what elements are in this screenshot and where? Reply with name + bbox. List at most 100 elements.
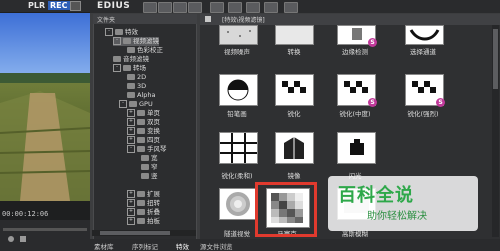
play-icon[interactable]: [8, 236, 14, 242]
effect-label: 视频噪声: [224, 48, 250, 56]
tree-item[interactable]: - 手风琴: [127, 145, 167, 154]
folder-icon: [127, 47, 135, 53]
tree-item[interactable]: + 扭转: [127, 199, 160, 208]
folder-icon: [123, 65, 131, 71]
collapse-icon[interactable]: -: [113, 37, 121, 45]
tree-item[interactable]: + 变换: [127, 127, 160, 136]
list-icon[interactable]: [284, 2, 298, 13]
tree-item[interactable]: + 双页: [127, 118, 160, 127]
folder-icon: [127, 74, 135, 80]
preview-video: [0, 13, 90, 201]
grid-header: [特效\视频滤镜]: [200, 14, 500, 25]
folder-icon: [137, 119, 145, 125]
tree-scrollbar[interactable]: [92, 230, 196, 236]
folder-icon[interactable]: [143, 2, 157, 13]
tree-item[interactable]: - 特效: [105, 28, 138, 37]
folder-icon: [129, 101, 137, 107]
effect-label: 锐化(中度): [339, 110, 371, 118]
tree-item[interactable]: - 转场: [113, 64, 146, 73]
tree-item[interactable]: 音频滤镜: [113, 55, 149, 64]
app-brand: EDIUS: [97, 1, 131, 11]
tree-item-selected[interactable]: - 视频滤镜: [113, 37, 159, 46]
effect-label: 转换: [287, 48, 301, 56]
preview-menu-icon[interactable]: [70, 1, 81, 11]
expand-icon[interactable]: +: [127, 136, 135, 144]
tab-source-browser[interactable]: 源文件浏览: [200, 241, 233, 251]
folder-icon: [137, 137, 145, 143]
folder-icon: [137, 110, 145, 116]
view-icon[interactable]: [264, 2, 278, 13]
playback-bar: [0, 220, 90, 251]
timecode: 00:00:12:06: [2, 210, 49, 218]
expand-icon[interactable]: +: [127, 190, 135, 198]
folder-icon: [141, 164, 149, 170]
tree-item[interactable]: - GPU: [119, 100, 153, 109]
effect-thumb-select-channel[interactable]: [405, 25, 444, 45]
effect-thumb-sharpen-soft[interactable]: [219, 132, 258, 164]
tree-header-label: 文件夹: [97, 17, 116, 24]
tab-bin[interactable]: 素材库: [94, 241, 114, 251]
folder-icon: [127, 83, 135, 89]
badge-s-icon: S: [368, 98, 377, 107]
properties-icon[interactable]: [246, 2, 260, 13]
playback-slider[interactable]: [3, 228, 87, 231]
expand-icon[interactable]: +: [127, 109, 135, 117]
layout-icon[interactable]: [173, 2, 187, 13]
collapse-icon[interactable]: -: [105, 28, 113, 36]
tree-item[interactable]: + 扩展: [127, 190, 160, 199]
expand-icon[interactable]: +: [127, 217, 135, 225]
grid-breadcrumb: [特效\视频滤镜]: [222, 17, 265, 24]
tree-item[interactable]: 竖: [141, 172, 158, 181]
highlight-box: [255, 182, 317, 237]
expand-icon[interactable]: +: [127, 208, 135, 216]
tree-item[interactable]: 色彩校正: [127, 46, 163, 55]
badge-s-icon: S: [436, 98, 445, 107]
effect-label: 选择通道: [410, 48, 436, 56]
cut-icon[interactable]: [188, 2, 202, 13]
effect-thumb-sharpen[interactable]: [275, 74, 314, 106]
new-folder-icon[interactable]: [158, 2, 172, 13]
tab-sequence-marker[interactable]: 序列标记: [132, 241, 158, 251]
tab-effects[interactable]: 特效: [176, 241, 189, 251]
folder-icon: [137, 209, 145, 215]
effect-thumb-mirror[interactable]: [275, 132, 314, 164]
expand-icon[interactable]: +: [127, 118, 135, 126]
folder-icon: [115, 29, 123, 35]
tree-item[interactable]: 3D: [127, 82, 146, 91]
effect-thumb-tunnel-vision[interactable]: [219, 188, 258, 220]
grid-scrollbar-thumb[interactable]: [493, 29, 498, 89]
effect-thumb-convert[interactable]: [275, 25, 314, 45]
delete-icon[interactable]: [228, 2, 242, 13]
tree-item[interactable]: + 四页: [127, 136, 160, 145]
tree-scrollbar-thumb[interactable]: [100, 231, 170, 235]
folder-icon: [205, 16, 211, 22]
tree-item[interactable]: + 单页: [127, 109, 160, 118]
plr-label[interactable]: PLR: [28, 1, 45, 10]
collapse-icon[interactable]: -: [113, 64, 121, 72]
tree-item[interactable]: 窄: [141, 163, 158, 172]
folder-icon: [123, 38, 131, 44]
tree-header: 文件夹: [93, 14, 197, 24]
tree-item[interactable]: + 拍板: [127, 217, 160, 226]
stop-icon[interactable]: [20, 236, 26, 242]
expand-icon[interactable]: +: [127, 199, 135, 207]
collapse-icon[interactable]: -: [119, 100, 127, 108]
folder-icon: [137, 218, 145, 224]
rec-label[interactable]: REC: [48, 1, 70, 10]
folder-icon: [127, 92, 135, 98]
effect-label: 锐化(柔和): [221, 172, 253, 180]
effect-thumb-pencil[interactable]: [219, 74, 258, 106]
tree-item[interactable]: 宽: [141, 154, 158, 163]
folder-icon: [141, 155, 149, 161]
effect-thumb-video-noise[interactable]: [219, 25, 258, 45]
grid-scrollbar[interactable]: [492, 25, 499, 237]
collapse-icon[interactable]: -: [127, 145, 135, 153]
effect-label: 铅笔画: [227, 110, 247, 118]
expand-icon[interactable]: +: [127, 127, 135, 135]
effect-thumb-flash[interactable]: [337, 132, 376, 164]
tree-item[interactable]: Alpha: [127, 91, 155, 100]
tree-item[interactable]: + 折叠: [127, 208, 160, 217]
tree-item[interactable]: 2D: [127, 73, 146, 82]
up-icon[interactable]: [210, 2, 224, 13]
preview-header: PLR REC: [0, 0, 90, 12]
